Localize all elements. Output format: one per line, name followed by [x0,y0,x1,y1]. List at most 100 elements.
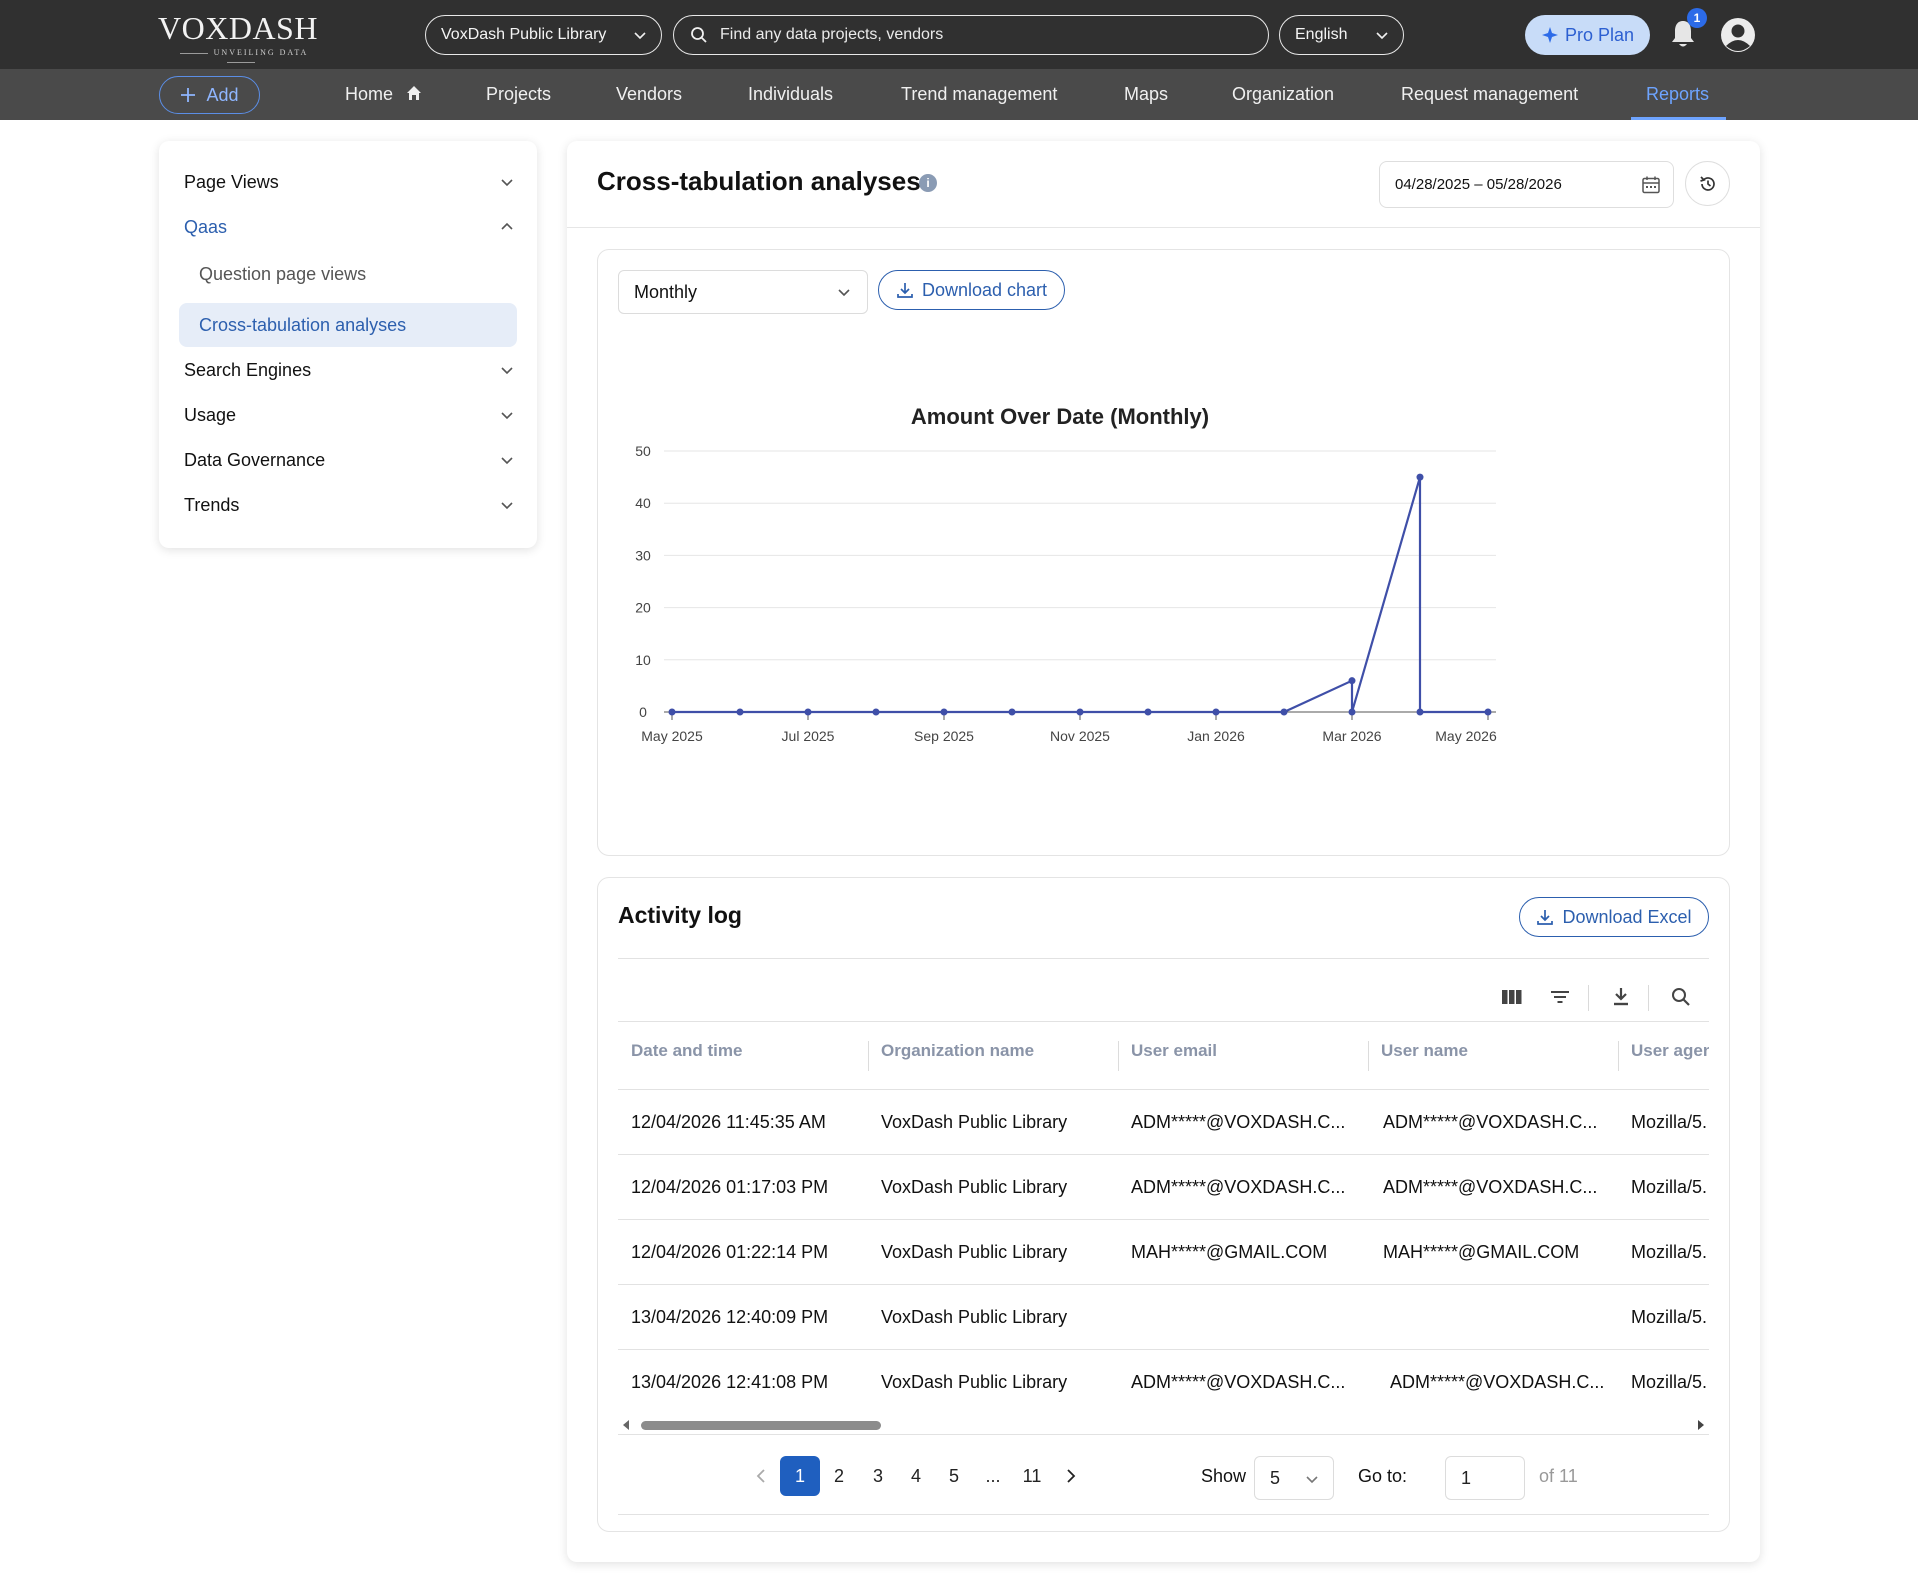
cell-user-agent: Mozilla/5. [1631,1177,1708,1197]
column-header-date-time[interactable]: Date and time [631,1041,742,1065]
sidebar-subitem-question-page-views[interactable]: Question page views [179,252,517,296]
y-tick-label: 50 [635,443,651,459]
x-tick-label: Jan 2026 [1187,728,1245,744]
table-row[interactable]: 13/04/2026 12:40:09 PM VoxDash Public Li… [618,1285,1709,1350]
sidebar-item-search-engines[interactable]: Search Engines [184,355,514,385]
scrollbar-thumb[interactable] [641,1421,881,1430]
cell-user-name: ADM*****@VOXDASH.C... [1390,1372,1605,1392]
table-row[interactable]: 12/04/2026 01:17:03 PM VoxDash Public Li… [618,1155,1709,1220]
library-select[interactable]: VoxDash Public Library [425,15,662,55]
data-point [1348,677,1356,685]
nav-trend-management[interactable]: Trend management [901,69,1057,120]
column-header-user-agent[interactable]: User agent [1631,1041,1709,1065]
activity-log-title: Activity log [618,902,742,928]
table-row[interactable]: 13/04/2026 12:41:08 PM VoxDash Public Li… [618,1350,1709,1415]
columns-icon[interactable] [1500,985,1524,1009]
scroll-left-icon[interactable] [622,1420,630,1430]
header-divider [567,227,1760,228]
home-icon [407,86,422,100]
scroll-right-icon[interactable] [1697,1420,1705,1430]
chevron-down-icon [1376,32,1388,40]
sidebar-subitem-cross-tabulation[interactable]: Cross-tabulation analyses [179,303,517,347]
chevron-right-icon [1067,1469,1076,1483]
nav-reports[interactable]: Reports [1646,69,1709,120]
language-select[interactable]: English [1279,15,1404,55]
info-icon[interactable]: i [919,174,937,192]
user-avatar-icon[interactable] [1720,17,1756,53]
sidebar-item-label: Qaas [184,216,228,237]
download-chart-label: Download chart [921,279,1048,300]
sidebar-item-usage[interactable]: Usage [184,400,514,430]
activity-divider [618,958,1709,959]
export-download-icon[interactable] [1609,985,1633,1009]
voxdash-logo[interactable]: VOXDASH UNVEILING DATA [158,10,318,58]
sidebar-item-page-views[interactable]: Page Views [184,167,514,197]
cell-organization: VoxDash Public Library [881,1112,1068,1132]
page-size-label: Show [1201,1466,1247,1486]
chevron-down-icon [501,367,513,375]
page-button-2[interactable]: 2 [819,1456,859,1496]
add-button[interactable]: Add [159,76,260,114]
download-excel-button[interactable]: Download Excel [1519,897,1709,937]
sidebar-item-qaas[interactable]: Qaas [184,212,514,242]
cell-user-email: ADM*****@VOXDASH.C... [1131,1177,1346,1197]
page-button-4[interactable]: 4 [896,1456,936,1496]
nav-vendors[interactable]: Vendors [616,69,682,120]
nav-maps[interactable]: Maps [1124,69,1168,120]
global-search[interactable]: Find any data projects, vendors [673,15,1269,55]
goto-page-input[interactable]: 1 [1445,1456,1525,1500]
table-row[interactable]: 12/04/2026 01:22:14 PM VoxDash Public Li… [618,1220,1709,1285]
page-button-3[interactable]: 3 [858,1456,898,1496]
sidebar-item-trends[interactable]: Trends [184,490,514,520]
nav-organization[interactable]: Organization [1232,69,1334,120]
activity-log-card: Activity log Download Excel Date and tim… [597,877,1730,1532]
download-excel-label: Download Excel [1562,906,1692,927]
main-nav: Add Home Projects Vendors Individuals Tr… [0,69,1918,120]
cell-user-email: MAH*****@GMAIL.COM [1131,1242,1328,1262]
chevron-down-icon [1306,1476,1318,1484]
chevron-down-icon [501,457,513,465]
reset-filters-button[interactable] [1685,161,1730,206]
table-horizontal-scrollbar[interactable] [618,1418,1709,1432]
date-range-value: 04/28/2025 – 05/28/2026 [1395,176,1562,193]
page-ellipsis[interactable]: ... [973,1456,1013,1496]
search-input[interactable]: Find any data projects, vendors [720,26,943,44]
table-row[interactable]: 12/04/2026 11:45:35 AM VoxDash Public Li… [618,1090,1709,1155]
nav-individuals[interactable]: Individuals [748,69,833,120]
cell-date-time: 13/04/2026 12:40:09 PM [631,1307,829,1327]
page-button-5[interactable]: 5 [934,1456,974,1496]
nav-home[interactable]: Home [345,69,422,120]
table-search-icon[interactable] [1669,985,1693,1009]
nav-home-label: Home [345,84,394,104]
date-range-picker[interactable]: 04/28/2025 – 05/28/2026 [1379,161,1674,208]
pagination-bottom-divider [618,1514,1709,1515]
top-bar: VOXDASH UNVEILING DATA VoxDash Public Li… [0,0,1918,69]
x-tick-label: May 2026 [1435,728,1497,744]
period-select[interactable]: Monthly [618,270,868,314]
search-icon [691,27,707,43]
page-size-select[interactable]: 5 [1254,1456,1334,1500]
nav-projects[interactable]: Projects [486,69,551,120]
page-button-1[interactable]: 1 [780,1456,820,1496]
cell-user-email: ADM*****@VOXDASH.C... [1131,1372,1346,1392]
column-header-user-name[interactable]: User name [1381,1041,1468,1065]
x-tick-label: May 2025 [641,728,703,744]
cell-organization: VoxDash Public Library [881,1242,1068,1262]
x-tick-label: Jul 2025 [782,728,835,744]
column-header-user-email[interactable]: User email [1131,1041,1217,1065]
chevron-left-icon [756,1469,765,1483]
x-tick-label: Sep 2025 [914,728,974,744]
page-button-11[interactable]: 11 [1012,1456,1052,1496]
y-tick-label: 40 [635,495,651,511]
column-header-organization[interactable]: Organization name [881,1041,1034,1065]
filter-icon[interactable] [1548,985,1572,1009]
pro-plan-button[interactable]: Pro Plan [1525,15,1650,55]
notification-badge: 1 [1687,8,1707,28]
sidebar-item-data-governance[interactable]: Data Governance [184,445,514,475]
download-chart-button[interactable]: Download chart [878,270,1065,310]
nav-request-management[interactable]: Request management [1401,69,1578,120]
toolbar-divider [1588,985,1589,1011]
prev-page-button[interactable] [741,1456,781,1496]
next-page-button[interactable] [1051,1456,1091,1496]
data-point [736,708,744,716]
